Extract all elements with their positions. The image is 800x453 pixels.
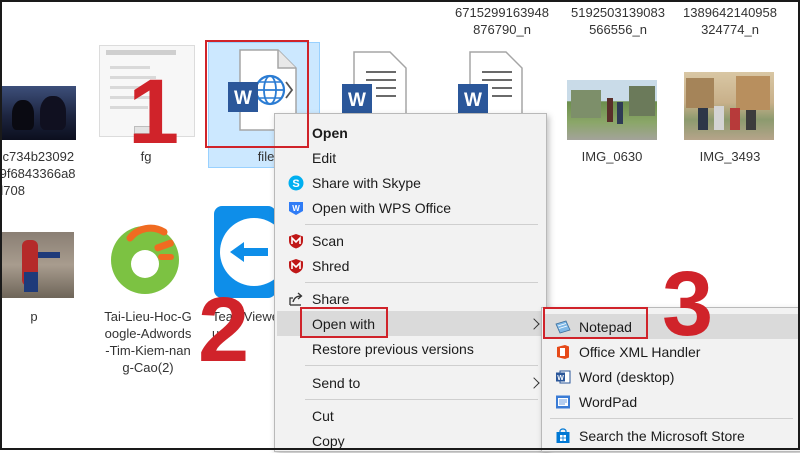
file-label: p — [30, 309, 38, 324]
file-label: 5192503139083 566556_n — [571, 5, 665, 37]
file-thumbnail[interactable] — [2, 86, 76, 140]
file-label: IMG_3493 — [699, 149, 761, 164]
step-1-highlight-box — [205, 40, 309, 148]
word-document-icon[interactable]: W — [456, 50, 526, 120]
wordpad-icon — [555, 394, 571, 410]
file-label: cc734b23092 f9f6843366a8 d708 — [0, 149, 76, 198]
menu-item-share-with-skype[interactable]: S Share with Skype — [275, 170, 546, 195]
menu-item-scan[interactable]: Scan — [275, 228, 546, 253]
file-thumbnail[interactable] — [684, 72, 774, 140]
store-icon — [555, 427, 571, 444]
step-2-highlight-box — [300, 307, 388, 338]
skype-icon: S — [288, 175, 304, 191]
wps-icon: W — [288, 200, 304, 216]
menu-item-cut[interactable]: Cut — [275, 403, 546, 428]
step-2-number: 2 — [198, 279, 250, 381]
menu-item-shred[interactable]: Shred — [275, 253, 546, 278]
menu-item-edit[interactable]: Edit — [275, 145, 546, 170]
file-label: 1389642140958 324774_n — [683, 5, 777, 37]
word-icon: W — [555, 369, 571, 385]
menu-item-open[interactable]: Open — [275, 120, 546, 145]
svg-text:W: W — [557, 375, 564, 382]
step-1-number: 1 — [128, 61, 180, 163]
submenu-item-search-store[interactable]: Search the Microsoft Store — [542, 423, 800, 448]
chevron-right-icon — [528, 376, 540, 389]
mcafee-icon — [288, 233, 304, 249]
svg-text:W: W — [464, 90, 482, 111]
file-label: 6715299163948 876790_n — [455, 5, 549, 37]
menu-item-open-with-wps[interactable]: W Open with WPS Office — [275, 195, 546, 220]
menu-separator — [305, 365, 538, 366]
chevron-right-icon — [528, 317, 540, 330]
file-thumbnail[interactable] — [2, 232, 74, 298]
file-label: Tai-Lieu-Hoc-G oogle-Adwords -Tim-Kiem-n… — [104, 309, 192, 375]
menu-separator — [305, 224, 538, 225]
menu-item-send-to[interactable]: Send to — [275, 370, 546, 395]
svg-text:S: S — [292, 178, 299, 190]
step-3-number: 3 — [662, 253, 714, 355]
word-document-icon[interactable]: W — [340, 50, 410, 120]
menu-item-copy[interactable]: Copy — [275, 428, 546, 453]
share-icon — [288, 291, 304, 307]
coccoc-browser-icon[interactable] — [102, 214, 188, 300]
svg-text:W: W — [292, 204, 300, 213]
mcafee-icon — [288, 258, 304, 274]
context-menu: Open Edit S Share with Skype W Open with… — [274, 113, 547, 452]
menu-separator — [305, 399, 538, 400]
menu-item-restore-previous-versions[interactable]: Restore previous versions — [275, 336, 546, 361]
submenu-item-wordpad[interactable]: WordPad — [542, 389, 800, 414]
menu-separator — [305, 282, 538, 283]
office-icon — [555, 344, 571, 360]
file-thumbnail[interactable] — [567, 80, 657, 140]
step-3-highlight-box — [543, 307, 648, 339]
svg-text:W: W — [348, 90, 366, 111]
submenu-item-word-desktop[interactable]: W Word (desktop) — [542, 364, 800, 389]
file-label: IMG_0630 — [581, 149, 643, 164]
menu-separator — [550, 418, 793, 419]
